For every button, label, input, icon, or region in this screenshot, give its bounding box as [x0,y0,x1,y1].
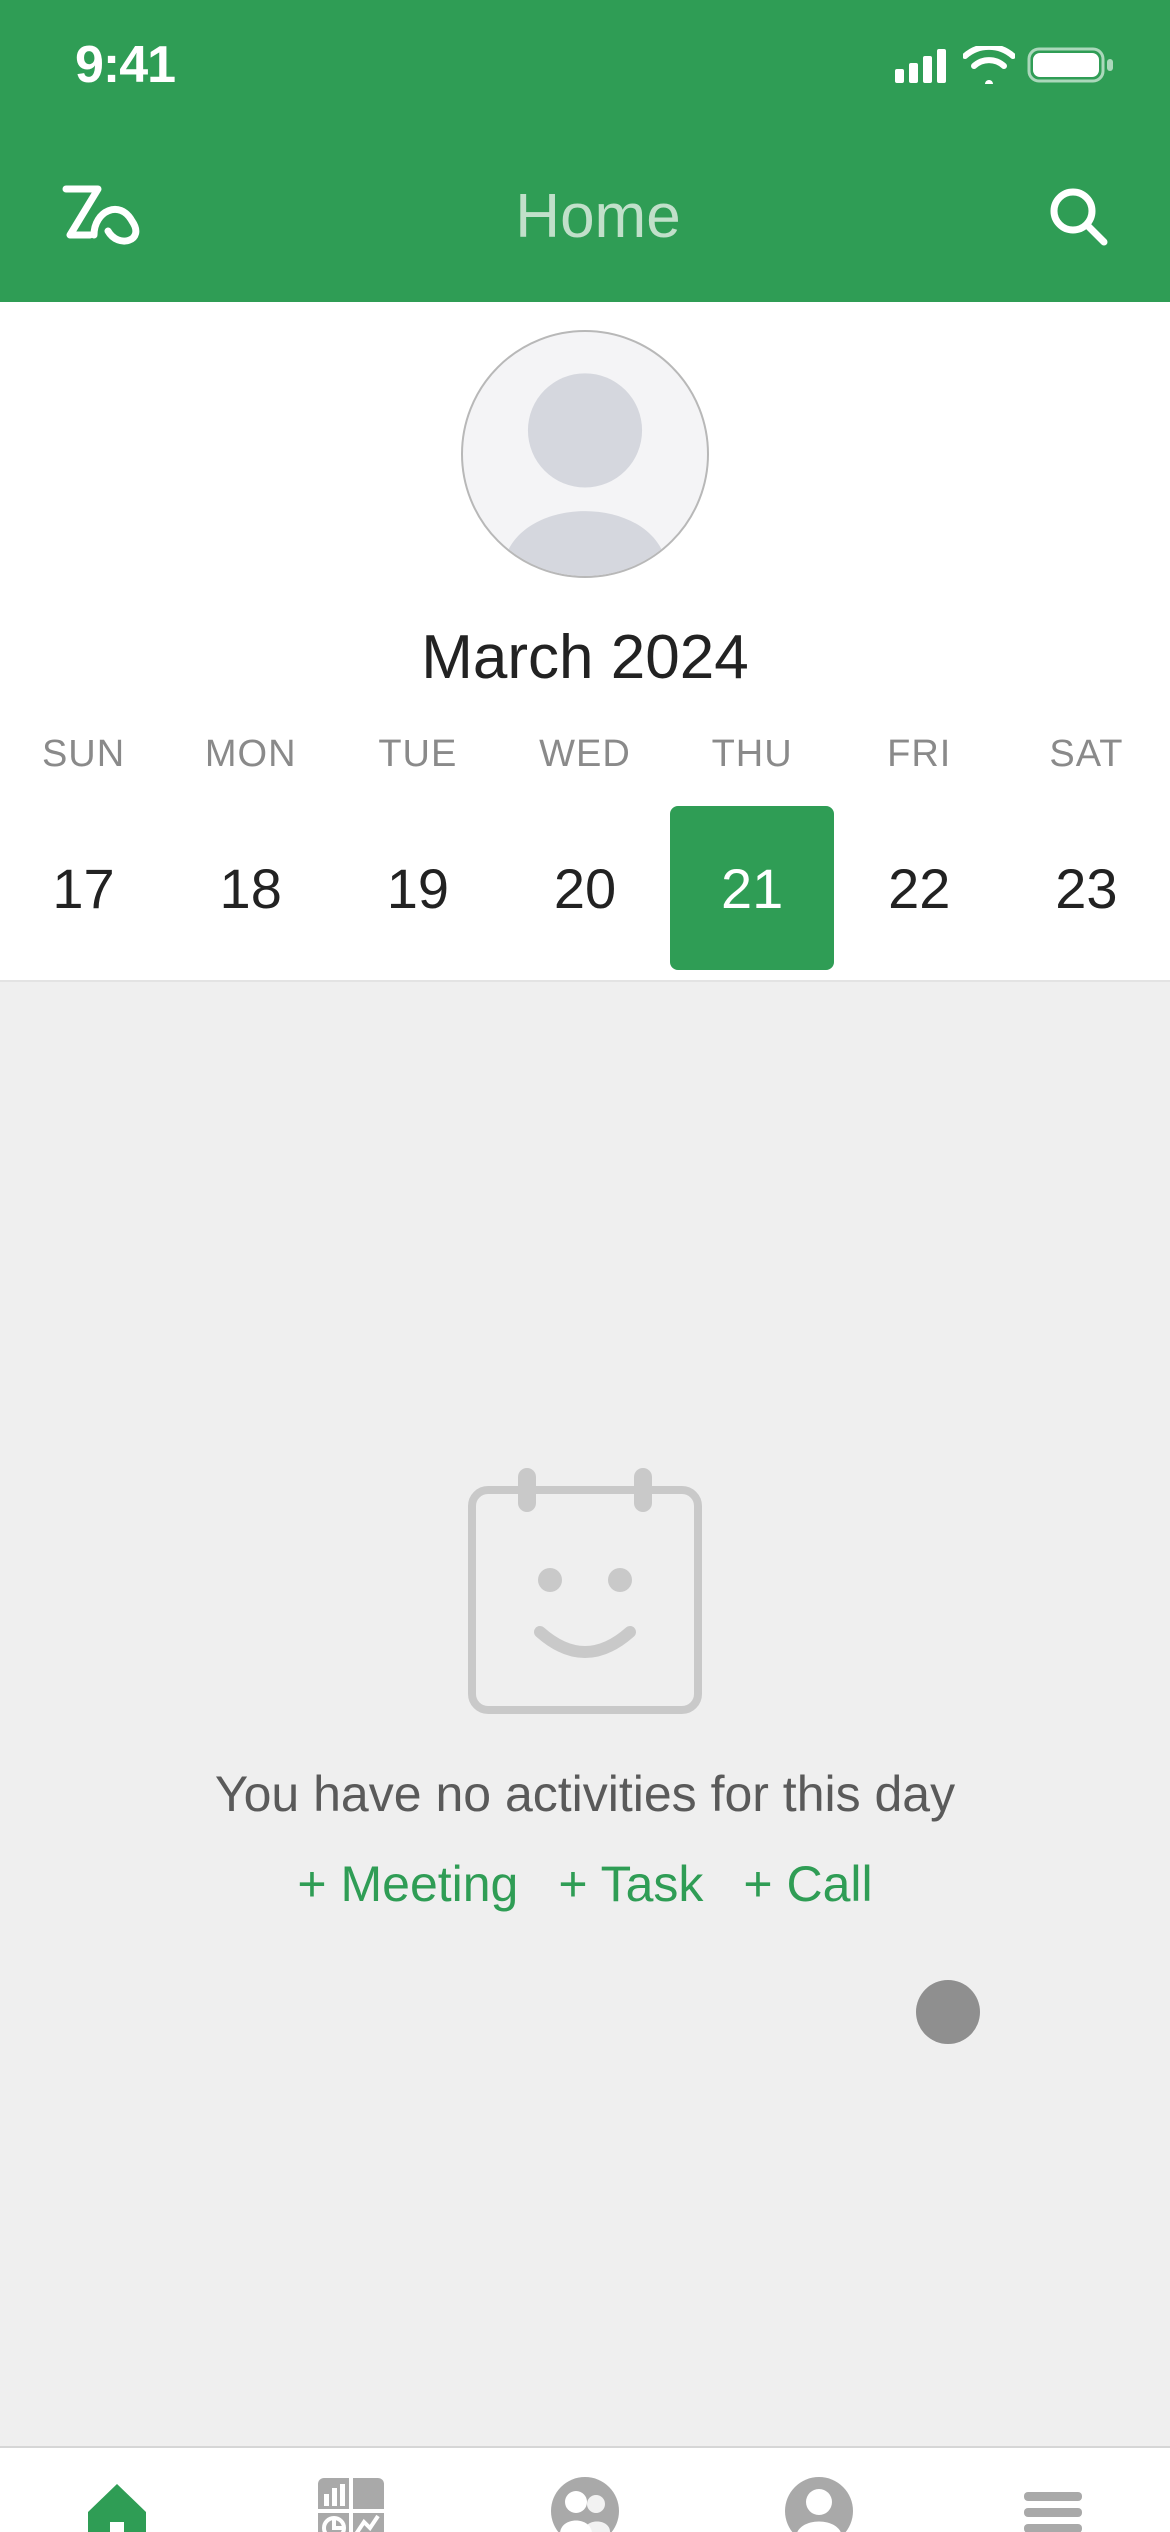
search-icon[interactable] [1046,184,1110,248]
date-number: 20 [554,856,616,921]
date-cell[interactable]: 21 [669,806,836,970]
cursor-dot-icon [916,1980,980,2044]
signal-icon [895,47,951,83]
calendar-smile-icon [460,1462,710,1727]
weekday-label: WED [501,733,668,806]
tab-home[interactable]: Home [0,2472,234,2532]
date-cell[interactable]: 19 [334,806,501,970]
tab-contacts[interactable]: Contacts [702,2472,936,2532]
page-title: Home [515,181,680,252]
weekday-label: SUN [0,733,167,806]
battery-icon [1027,45,1115,85]
analytics-icon [312,2472,390,2532]
date-cell[interactable]: 17 [0,806,167,970]
weekday-label: MON [167,733,334,806]
weekday-row: SUN MON TUE WED THU FRI SAT [0,733,1170,806]
date-number: 21 [721,856,783,921]
zia-logo-icon[interactable] [60,181,150,251]
status-time: 9:41 [75,35,175,95]
month-label[interactable]: March 2024 [0,622,1170,693]
avatar[interactable] [461,330,709,578]
home-icon [78,2472,156,2532]
weekday-label: SAT [1003,733,1170,806]
contacts-icon [780,2472,858,2532]
weekday-label: THU [669,733,836,806]
date-number: 18 [220,856,282,921]
tab-leads[interactable]: Leads [468,2472,702,2532]
date-row: 17 18 19 20 21 22 23 [0,806,1170,970]
date-cell[interactable]: 20 [501,806,668,970]
quick-actions: + Meeting + Task + Call [297,1855,872,1913]
status-bar: 9:41 [0,0,1170,130]
date-cell[interactable]: 18 [167,806,334,970]
wifi-icon [963,46,1015,84]
status-icons [895,45,1115,85]
date-cell[interactable]: 22 [836,806,1003,970]
weekday-label: TUE [334,733,501,806]
tab-analytics[interactable]: Analytics [234,2472,468,2532]
weekday-label: FRI [836,733,1003,806]
date-number: 23 [1055,856,1117,921]
add-task-button[interactable]: + Task [558,1855,703,1913]
date-number: 19 [387,856,449,921]
add-meeting-button[interactable]: + Meeting [297,1855,518,1913]
tab-bar: Home Analytics Leads [0,2448,1170,2532]
menu-icon [1014,2472,1092,2532]
leads-icon [546,2472,624,2532]
calendar-panel: March 2024 SUN MON TUE WED THU FRI SAT 1… [0,302,1170,980]
add-call-button[interactable]: + Call [743,1855,872,1913]
activities-empty-state: You have no activities for this day + Me… [0,980,1170,2448]
date-number: 17 [52,856,114,921]
nav-bar: Home [0,130,1170,302]
tab-more[interactable]: More [936,2472,1170,2532]
date-number: 22 [888,856,950,921]
date-cell[interactable]: 23 [1003,806,1170,970]
empty-message: You have no activities for this day [215,1765,955,1823]
